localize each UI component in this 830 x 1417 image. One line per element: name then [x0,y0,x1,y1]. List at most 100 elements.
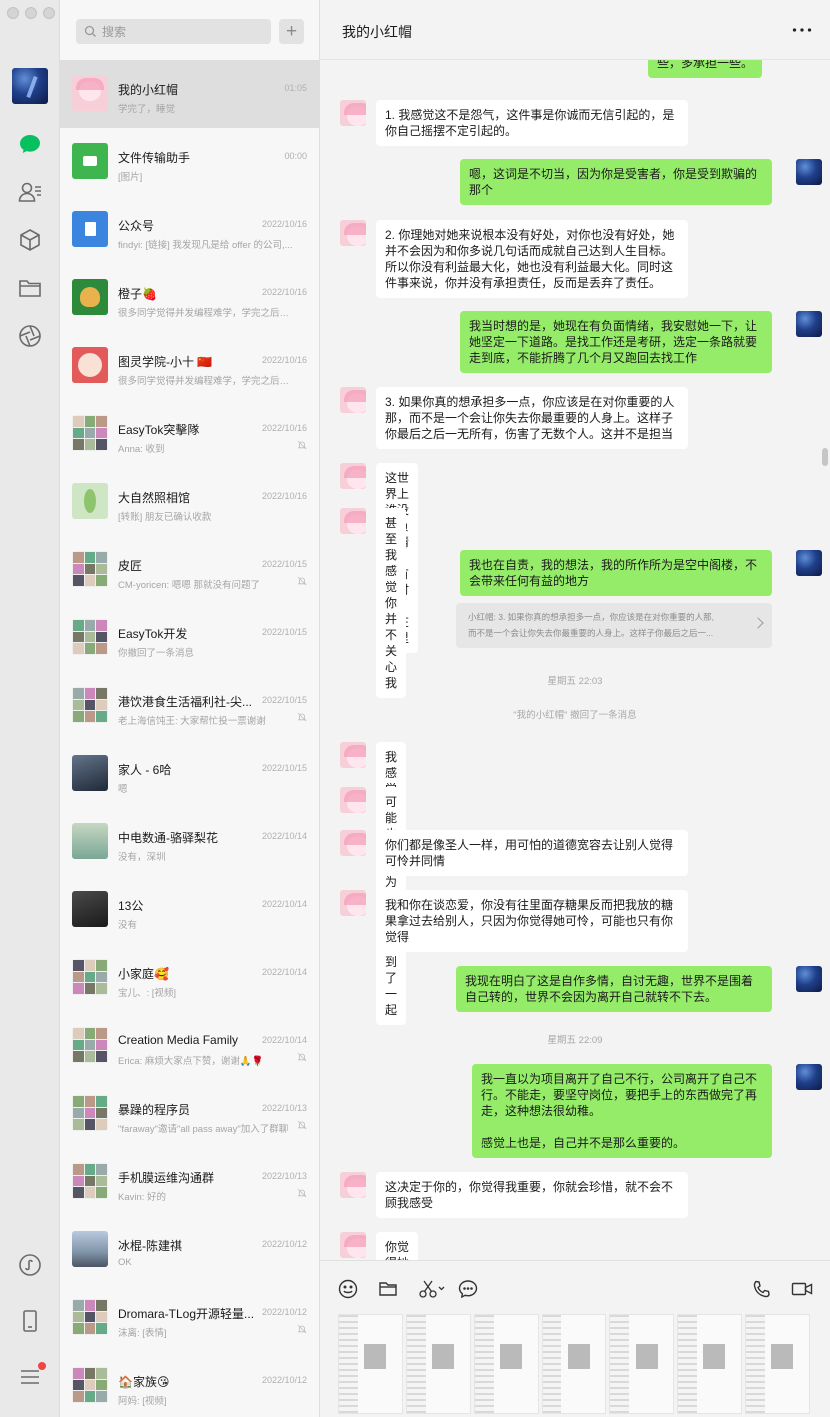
conversation-item[interactable]: 13公 2022/10/14 没有 [60,876,319,944]
video-call-button[interactable] [791,1278,813,1300]
scrollbar[interactable] [822,448,828,466]
contact-avatar[interactable] [340,508,366,534]
contact-avatar[interactable] [340,890,366,916]
conversation-item[interactable]: EasyTok突擊隊 2022/10/16 Anna: 收到 [60,400,319,468]
message-bubble[interactable]: 甚至我感觉你并不关心我 [376,508,407,698]
message-bubble[interactable]: 2. 你理她对她来说根本没有好处，对你也没有好处，她 并不会因为和你多说几句话而… [376,220,688,298]
contact-avatar[interactable] [340,742,366,768]
pasted-screenshot-thumbnail[interactable] [745,1314,811,1414]
more-options-button[interactable] [790,20,814,40]
zoom-window-button[interactable] [43,7,55,19]
conversation-name: 港饮港食生活福利社-尖... [118,695,252,709]
contact-avatar[interactable] [340,220,366,246]
pasted-screenshot-thumbnail[interactable] [473,1314,539,1414]
conversation-item[interactable]: 皮匠 2022/10/15 CM-yoricen: 嗯嗯 那就没有问题了 [60,536,319,604]
conversation-time: 2022/10/14 [261,831,307,841]
message-list[interactable]: 些，多承担一些。 1. 我感觉这不是怨气，这件事是你诚而无信引起的，是 你自己摇… [320,60,830,1260]
my-avatar[interactable] [796,1064,822,1090]
contact-avatar[interactable] [340,387,366,413]
chat-history-button[interactable] [457,1278,479,1300]
chat-icon[interactable] [15,129,45,159]
conversation-preview: 宝儿、: [视频] [118,988,177,999]
conversation-item[interactable]: 家人 - 6哈 2022/10/15 嗯 [60,740,319,808]
add-button[interactable]: + [279,19,304,44]
conversation-item[interactable]: 我的小红帽 01:05 学完了，睡觉 [60,60,319,128]
pasted-screenshot-thumbnail[interactable] [609,1314,675,1414]
conversation-item[interactable]: 图灵学院-小十 🇨🇳 2022/10/16 很多同学觉得并发编程难学，学完之后工作.… [60,332,319,400]
chat-pane: 我的小红帽 些，多承担一些。 1. 我感觉这不是怨气，这件事是你诚而无信引起的，… [320,0,830,1417]
conversation-time: 2022/10/16 [261,355,307,365]
my-avatar[interactable] [796,966,822,992]
pasted-screenshot-thumbnail[interactable] [677,1314,743,1414]
message-bubble[interactable]: 我当时想的是，她现在有负面情绪，我安慰她一下，让 她坚定一下道路。是找工作还是考… [460,311,772,373]
message-bubble[interactable]: 嗯，这词是不切当，因为你是受害者，你是受到欺骗的 那个 [460,159,772,205]
conversation-preview: CM-yoricen: 嗯嗯 那就没有问题了 [118,580,260,591]
pasted-screenshot-thumbnail[interactable] [338,1314,403,1414]
screenshot-button[interactable] [417,1278,447,1300]
conversation-avatar [72,279,108,315]
send-file-button[interactable] [377,1278,399,1300]
message-bubble[interactable]: 我一直以为项目离开了自己不行，公司离开了自己不 行。不能走，要坚守岗位，要把手上… [472,1064,772,1158]
message-input[interactable] [338,1314,811,1414]
search-input[interactable]: 搜索 [76,19,271,44]
conversation-item[interactable]: 小家庭🥰 2022/10/14 宝儿、: [视频] [60,944,319,1012]
my-avatar[interactable] [796,159,822,185]
conversation-time: 2022/10/16 [261,423,307,433]
conversation-time: 2022/10/16 [261,287,307,297]
voice-call-button[interactable] [751,1278,773,1300]
conversation-item[interactable]: 橙子🍓 2022/10/16 很多同学觉得并发编程难学，学完之后工作... [60,264,319,332]
my-avatar[interactable] [796,550,822,576]
minimize-window-button[interactable] [25,7,37,19]
message-bubble[interactable]: 我和你在谈恋爱，你没有往里面存糖果反而把我放的糖 果拿过去给别人，只因为你觉得她… [376,890,688,952]
conversation-preview: 很多同学觉得并发编程难学，学完之后工作... [118,376,298,387]
files-folder-icon[interactable] [15,273,45,303]
conversation-item[interactable]: EasyTok开发 2022/10/15 你撤回了一条消息 [60,604,319,672]
voice-call-icon [753,1280,770,1298]
close-window-button[interactable] [7,7,19,19]
conversation-item[interactable]: 中电数通-骆驿梨花 2022/10/14 没有，深圳 [60,808,319,876]
conversation-name: 文件传输助手 [118,151,191,165]
timestamp-divider: 星期五 22:09 [547,1035,603,1046]
conversation-item[interactable]: 暴躁的程序员 2022/10/13 "faraway"邀请"all pass awa… [60,1080,319,1148]
quoted-message[interactable]: 小红帽: 3. 如果你真的想承担多一点，你应该是在对你重要的人那, 而不是一个会… [456,603,772,648]
my-avatar[interactable] [796,311,822,337]
recall-notice: "我的小红帽" 撤回了一条消息 [513,710,637,721]
message-bubble[interactable]: 这决定于你的，你觉得我重要，你就会珍惜，就不会不 顾我感受 [376,1172,688,1218]
message-bubble[interactable]: 我现在明白了这是自作多情，自讨无趣，世界不是围着 自己转的，世界不会因为离开自己… [456,966,772,1012]
message-bubble[interactable]: 1. 我感觉这不是怨气，这件事是你诚而无信引起的，是 你自己摇摆不定引起的。 [376,100,688,146]
message-bubble[interactable]: 你觉得她重要，你也会这样 [376,1232,418,1260]
conversation-avatar [72,211,108,247]
contact-avatar[interactable] [340,100,366,126]
conversation-item[interactable]: 🏠家族😘 2022/10/12 阿妈: [视频] [60,1352,319,1417]
moments-aperture-icon[interactable] [15,321,45,351]
search-icon [84,25,96,37]
phone-device-icon[interactable] [15,1306,45,1336]
message-bubble[interactable]: 3. 如果你真的想承担多一点，你应该是在对你重要的人 那，而不是一个会让你失去你… [376,387,688,449]
contact-avatar[interactable] [340,463,366,489]
pasted-screenshot-thumbnail[interactable] [541,1314,607,1414]
conversation-item[interactable]: 公众号 2022/10/16 findyi: [链接] 我发现凡是给 offer 的… [60,196,319,264]
conversation-time: 2022/10/15 [261,627,307,637]
contact-avatar[interactable] [340,830,366,856]
conversation-name: 手机膜运维沟通群 [118,1171,215,1185]
conversation-item[interactable]: 手机膜运维沟通群 2022/10/13 Kavin: 好的 [60,1148,319,1216]
emoji-button[interactable] [337,1278,359,1300]
contact-avatar[interactable] [340,1172,366,1198]
message-bubble[interactable]: 我也在自责，我的想法，我的所作所为是空中阁楼，不 会带来任何有益的地方 [460,550,772,596]
conversation-item[interactable]: 港饮港食生活福利社-尖... 2022/10/15 老上海信饨王: 大家帮忙投一票谢… [60,672,319,740]
contacts-icon[interactable] [15,177,45,207]
conversation-item[interactable]: Creation Media Family 2022/10/14 Erica: 麻烦… [60,1012,319,1080]
favorites-cube-icon[interactable] [15,225,45,255]
contact-avatar[interactable] [340,787,366,813]
conversation-name: 公众号 [118,219,155,233]
user-avatar[interactable] [12,68,48,104]
message-bubble[interactable]: 些，多承担一些。 [647,60,762,78]
message-bubble[interactable]: 你们都是像圣人一样，用可怕的道德宽容去让别人觉得 可怜并同情 [376,830,688,876]
conversation-item[interactable]: 文件传输助手 00:00 [图片] [60,128,319,196]
mini-programs-icon[interactable] [15,1250,45,1280]
conversation-item[interactable]: 冰棍-陈建祺 2022/10/12 OK [60,1216,319,1284]
contact-avatar[interactable] [340,1232,366,1258]
pasted-screenshot-thumbnail[interactable] [405,1314,471,1414]
conversation-item[interactable]: Dromara-TLog开源轻量... 2022/10/12 沫离: [表情] [60,1284,319,1352]
conversation-item[interactable]: 大自然照相馆 2022/10/16 [转账] 朋友已确认收款 [60,468,319,536]
